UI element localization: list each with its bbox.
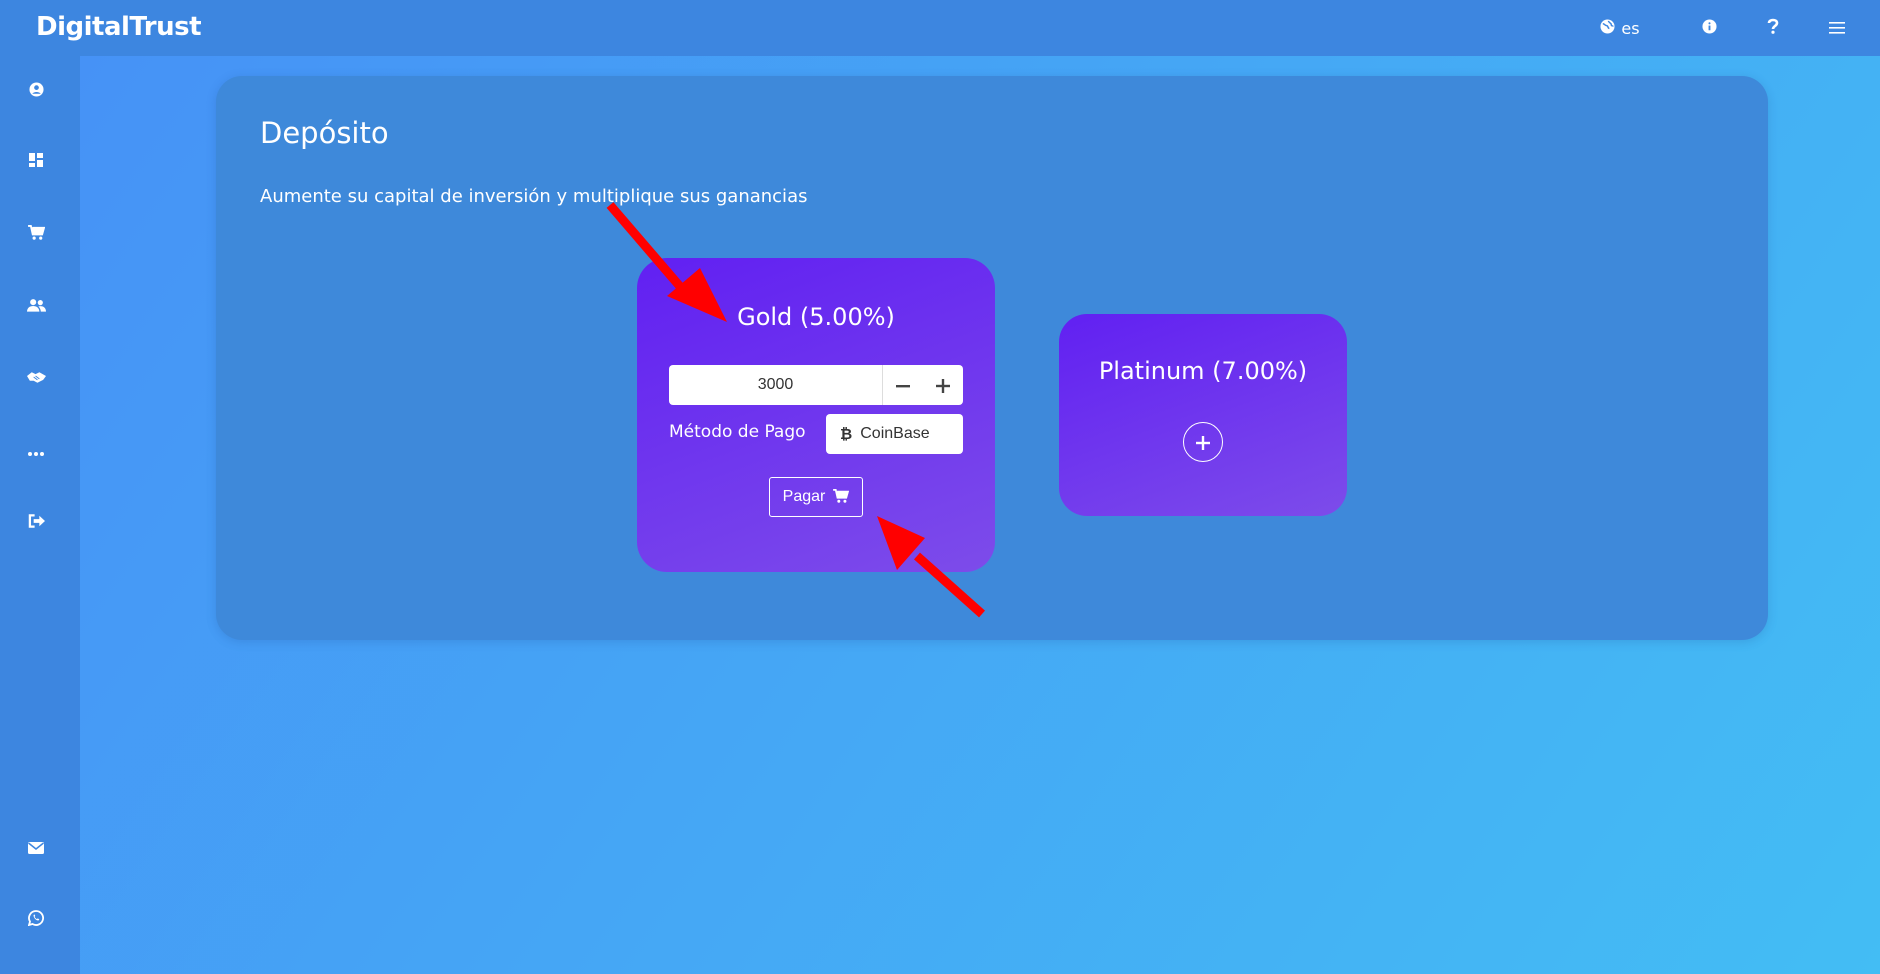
more-icon <box>28 441 44 460</box>
page-subtitle: Aumente su capital de inversión y multip… <box>260 186 808 207</box>
plan-card-gold: Gold (5.00%) Método de Pago ₿ CoinBase P… <box>637 258 995 572</box>
globe-icon <box>1600 18 1615 38</box>
sidebar-item-mail[interactable] <box>24 836 48 860</box>
sidebar-item-more[interactable] <box>24 438 48 462</box>
plus-icon <box>936 371 950 399</box>
sidebar-item-partners[interactable] <box>24 366 48 390</box>
pay-button-label: Pagar <box>782 488 826 505</box>
help-icon <box>1767 18 1779 38</box>
cart-icon <box>833 488 850 507</box>
sidebar <box>0 56 80 974</box>
cart-icon <box>27 224 45 244</box>
amount-input[interactable] <box>669 365 883 405</box>
sidebar-item-cart[interactable] <box>24 222 48 246</box>
payment-method-select[interactable]: ₿ CoinBase <box>826 414 963 454</box>
sidebar-item-dashboard[interactable] <box>24 149 48 173</box>
brand-logo[interactable]: DigitalTrust <box>36 12 202 42</box>
increment-button[interactable] <box>923 365 963 405</box>
bitcoin-icon: ₿ <box>840 425 853 443</box>
info-button[interactable] <box>1697 0 1721 56</box>
users-icon <box>26 297 46 316</box>
page-title: Depósito <box>260 116 389 150</box>
menu-icon <box>1829 19 1845 38</box>
pay-button[interactable]: Pagar <box>769 477 863 517</box>
plan-title: Platinum (7.00%) <box>1098 357 1308 385</box>
sidebar-item-profile[interactable] <box>24 79 48 103</box>
language-label: es <box>1621 18 1640 38</box>
handshake-icon <box>26 369 46 388</box>
language-selector[interactable]: es <box>1590 0 1650 56</box>
sidebar-item-users[interactable] <box>24 294 48 318</box>
top-navbar: DigitalTrust es <box>0 0 1880 56</box>
payment-method-label: Método de Pago <box>669 422 806 442</box>
plan-title: Gold (5.00%) <box>737 303 895 331</box>
minus-icon <box>896 371 910 399</box>
amount-stepper <box>669 365 963 405</box>
mail-icon <box>28 839 44 858</box>
plus-icon <box>1196 429 1210 455</box>
payment-method-value: CoinBase <box>860 425 930 442</box>
whatsapp-icon <box>27 910 44 930</box>
expand-plan-button[interactable] <box>1183 422 1223 462</box>
info-icon <box>1701 18 1717 38</box>
user-circle-icon <box>28 81 44 101</box>
plan-card-platinum: Platinum (7.00%) <box>1059 314 1347 516</box>
sidebar-item-logout[interactable] <box>24 510 48 534</box>
dashboard-icon <box>29 152 43 171</box>
help-button[interactable] <box>1761 0 1785 56</box>
sidebar-item-whatsapp[interactable] <box>24 908 48 932</box>
decrement-button[interactable] <box>883 365 923 405</box>
menu-button[interactable] <box>1825 0 1849 56</box>
logout-icon <box>28 513 45 532</box>
